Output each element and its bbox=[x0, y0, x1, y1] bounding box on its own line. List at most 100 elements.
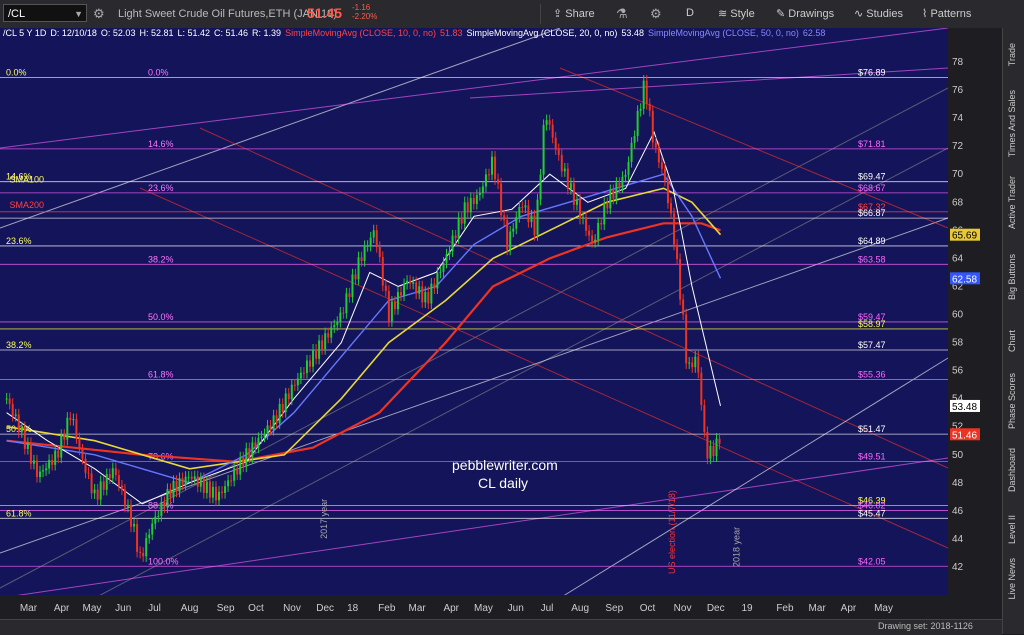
trendline bbox=[559, 67, 949, 229]
candle-body bbox=[324, 333, 327, 350]
candle-body bbox=[321, 340, 324, 350]
candle-body bbox=[387, 290, 390, 322]
candle-body bbox=[666, 180, 669, 204]
tab-trade[interactable]: Trade bbox=[1007, 43, 1017, 66]
y-tick-label: 48 bbox=[952, 478, 964, 489]
gear-icon[interactable]: ⚙ bbox=[93, 6, 105, 22]
settings-icon[interactable]: ⚙ bbox=[650, 6, 662, 22]
candle-body bbox=[673, 213, 676, 245]
y-tick-label: 78 bbox=[952, 57, 964, 68]
trendline bbox=[0, 28, 949, 149]
tab-phase-scores[interactable]: Phase Scores bbox=[1007, 373, 1017, 429]
tab-dashboard[interactable]: Dashboard bbox=[1007, 448, 1017, 492]
candle-body bbox=[554, 137, 557, 150]
candle-body bbox=[418, 286, 421, 294]
trendline bbox=[0, 87, 949, 589]
drawings-button[interactable]: ✎ Drawings bbox=[776, 7, 834, 20]
x-tick-label: Apr bbox=[54, 603, 70, 614]
sma10-legend[interactable]: SimpleMovingAvg (CLOSE, 10, 0, no) bbox=[285, 28, 436, 38]
candle-body bbox=[105, 474, 108, 490]
candle-body bbox=[339, 312, 342, 322]
style-button[interactable]: ≋ Style bbox=[718, 7, 755, 20]
level-label: $68.67 bbox=[858, 183, 886, 193]
x-tick-label: Sep bbox=[605, 603, 623, 614]
candle-body bbox=[111, 468, 114, 479]
candle-body bbox=[530, 215, 533, 223]
candle-body bbox=[515, 217, 518, 229]
candle-body bbox=[663, 168, 666, 181]
y-tick-label: 56 bbox=[952, 366, 964, 377]
chart-annotation: 2018 year bbox=[731, 527, 741, 567]
period-button[interactable]: D bbox=[686, 7, 694, 19]
drawing-set-label[interactable]: Drawing set: 2018-1126 bbox=[878, 621, 973, 631]
candle-body bbox=[442, 262, 445, 272]
patterns-button[interactable]: ⌇ Patterns bbox=[922, 7, 971, 20]
candle-body bbox=[108, 474, 111, 479]
candle-body bbox=[545, 120, 548, 125]
candle-body bbox=[682, 299, 685, 315]
candle-body bbox=[454, 235, 457, 239]
candle-body bbox=[318, 340, 321, 359]
flask-icon[interactable]: ⚗ bbox=[616, 6, 628, 22]
candle-body bbox=[645, 80, 648, 104]
candle-body bbox=[193, 476, 196, 479]
candle-body bbox=[187, 476, 190, 478]
candle-body bbox=[99, 481, 102, 500]
tab-live-news[interactable]: Live News bbox=[1007, 558, 1017, 600]
x-tick-label: Dec bbox=[316, 603, 334, 614]
sma50-legend[interactable]: SimpleMovingAvg (CLOSE, 50, 0, no) bbox=[648, 28, 799, 38]
studies-button[interactable]: ∿ Studies bbox=[854, 7, 903, 20]
candle-body bbox=[327, 333, 330, 338]
fib-label: 0.0% bbox=[148, 68, 169, 78]
sma50-line bbox=[6, 173, 722, 484]
candle-body bbox=[14, 414, 17, 416]
candle-body bbox=[184, 476, 187, 485]
chart-canvas[interactable]: $76.89$71.81$69.47$68.67$67.32$66.87$64.… bbox=[0, 28, 1002, 619]
candle-body bbox=[718, 438, 721, 444]
fib-label-left: 23.6% bbox=[6, 236, 32, 246]
y-tick-label: 42 bbox=[952, 562, 964, 573]
tab-chart[interactable]: Chart bbox=[1007, 330, 1017, 352]
chart-toolbar: /CL ▼ ⚙ Light Sweet Crude Oil Futures,ETH… bbox=[0, 0, 1024, 29]
candle-body bbox=[609, 190, 612, 209]
candle-body bbox=[154, 516, 157, 524]
study-legend: /CL 5 Y 1D D: 12/10/18 O: 52.03 H: 52.81 L: … bbox=[3, 28, 829, 40]
candle-body bbox=[26, 442, 29, 449]
trendline bbox=[559, 357, 949, 599]
candle-body bbox=[90, 473, 93, 494]
candle-body bbox=[676, 244, 679, 260]
trendline bbox=[139, 187, 949, 549]
price-chart[interactable]: $76.89 $71.81 $69.47 $68.67 $67.32 $66.87 $64.… bbox=[0, 28, 1002, 619]
tab-active-trader[interactable]: Active Trader bbox=[1007, 176, 1017, 229]
candle-body bbox=[48, 459, 51, 469]
candle-body bbox=[123, 489, 126, 507]
chevron-down-icon[interactable]: ▼ bbox=[74, 5, 83, 23]
candle-body bbox=[415, 282, 418, 294]
tab-big-buttons[interactable]: Big Buttons bbox=[1007, 254, 1017, 300]
tab-times-and-sales[interactable]: Times And Sales bbox=[1007, 90, 1017, 157]
x-tick-label: Aug bbox=[181, 603, 199, 614]
patterns-icon: ⌇ bbox=[922, 8, 928, 20]
candle-body bbox=[23, 427, 26, 449]
candle-body bbox=[196, 476, 199, 487]
candle-body bbox=[539, 174, 542, 200]
candle-body bbox=[657, 147, 660, 163]
candle-body bbox=[472, 197, 475, 204]
sma20-legend[interactable]: SimpleMovingAvg (CLOSE, 20, 0, no) bbox=[467, 28, 618, 38]
candle-body bbox=[500, 183, 503, 216]
symbol-input[interactable]: /CL ▼ bbox=[3, 4, 87, 22]
change-pct: -2.20% bbox=[352, 12, 378, 21]
candle-body bbox=[512, 228, 515, 232]
candle-body bbox=[142, 552, 145, 557]
level-label: $76.89 bbox=[858, 68, 886, 78]
candle-body bbox=[42, 470, 45, 472]
candle-body bbox=[612, 190, 615, 199]
candle-body bbox=[20, 427, 23, 433]
candle-body bbox=[691, 362, 694, 368]
share-button[interactable]: ⇪ Share bbox=[553, 7, 595, 20]
tab-level-ii[interactable]: Level II bbox=[1007, 515, 1017, 544]
candle-body bbox=[63, 434, 66, 440]
candle-body bbox=[54, 450, 57, 465]
x-tick-label: Nov bbox=[674, 603, 692, 614]
x-tick-label: Mar bbox=[409, 603, 427, 614]
